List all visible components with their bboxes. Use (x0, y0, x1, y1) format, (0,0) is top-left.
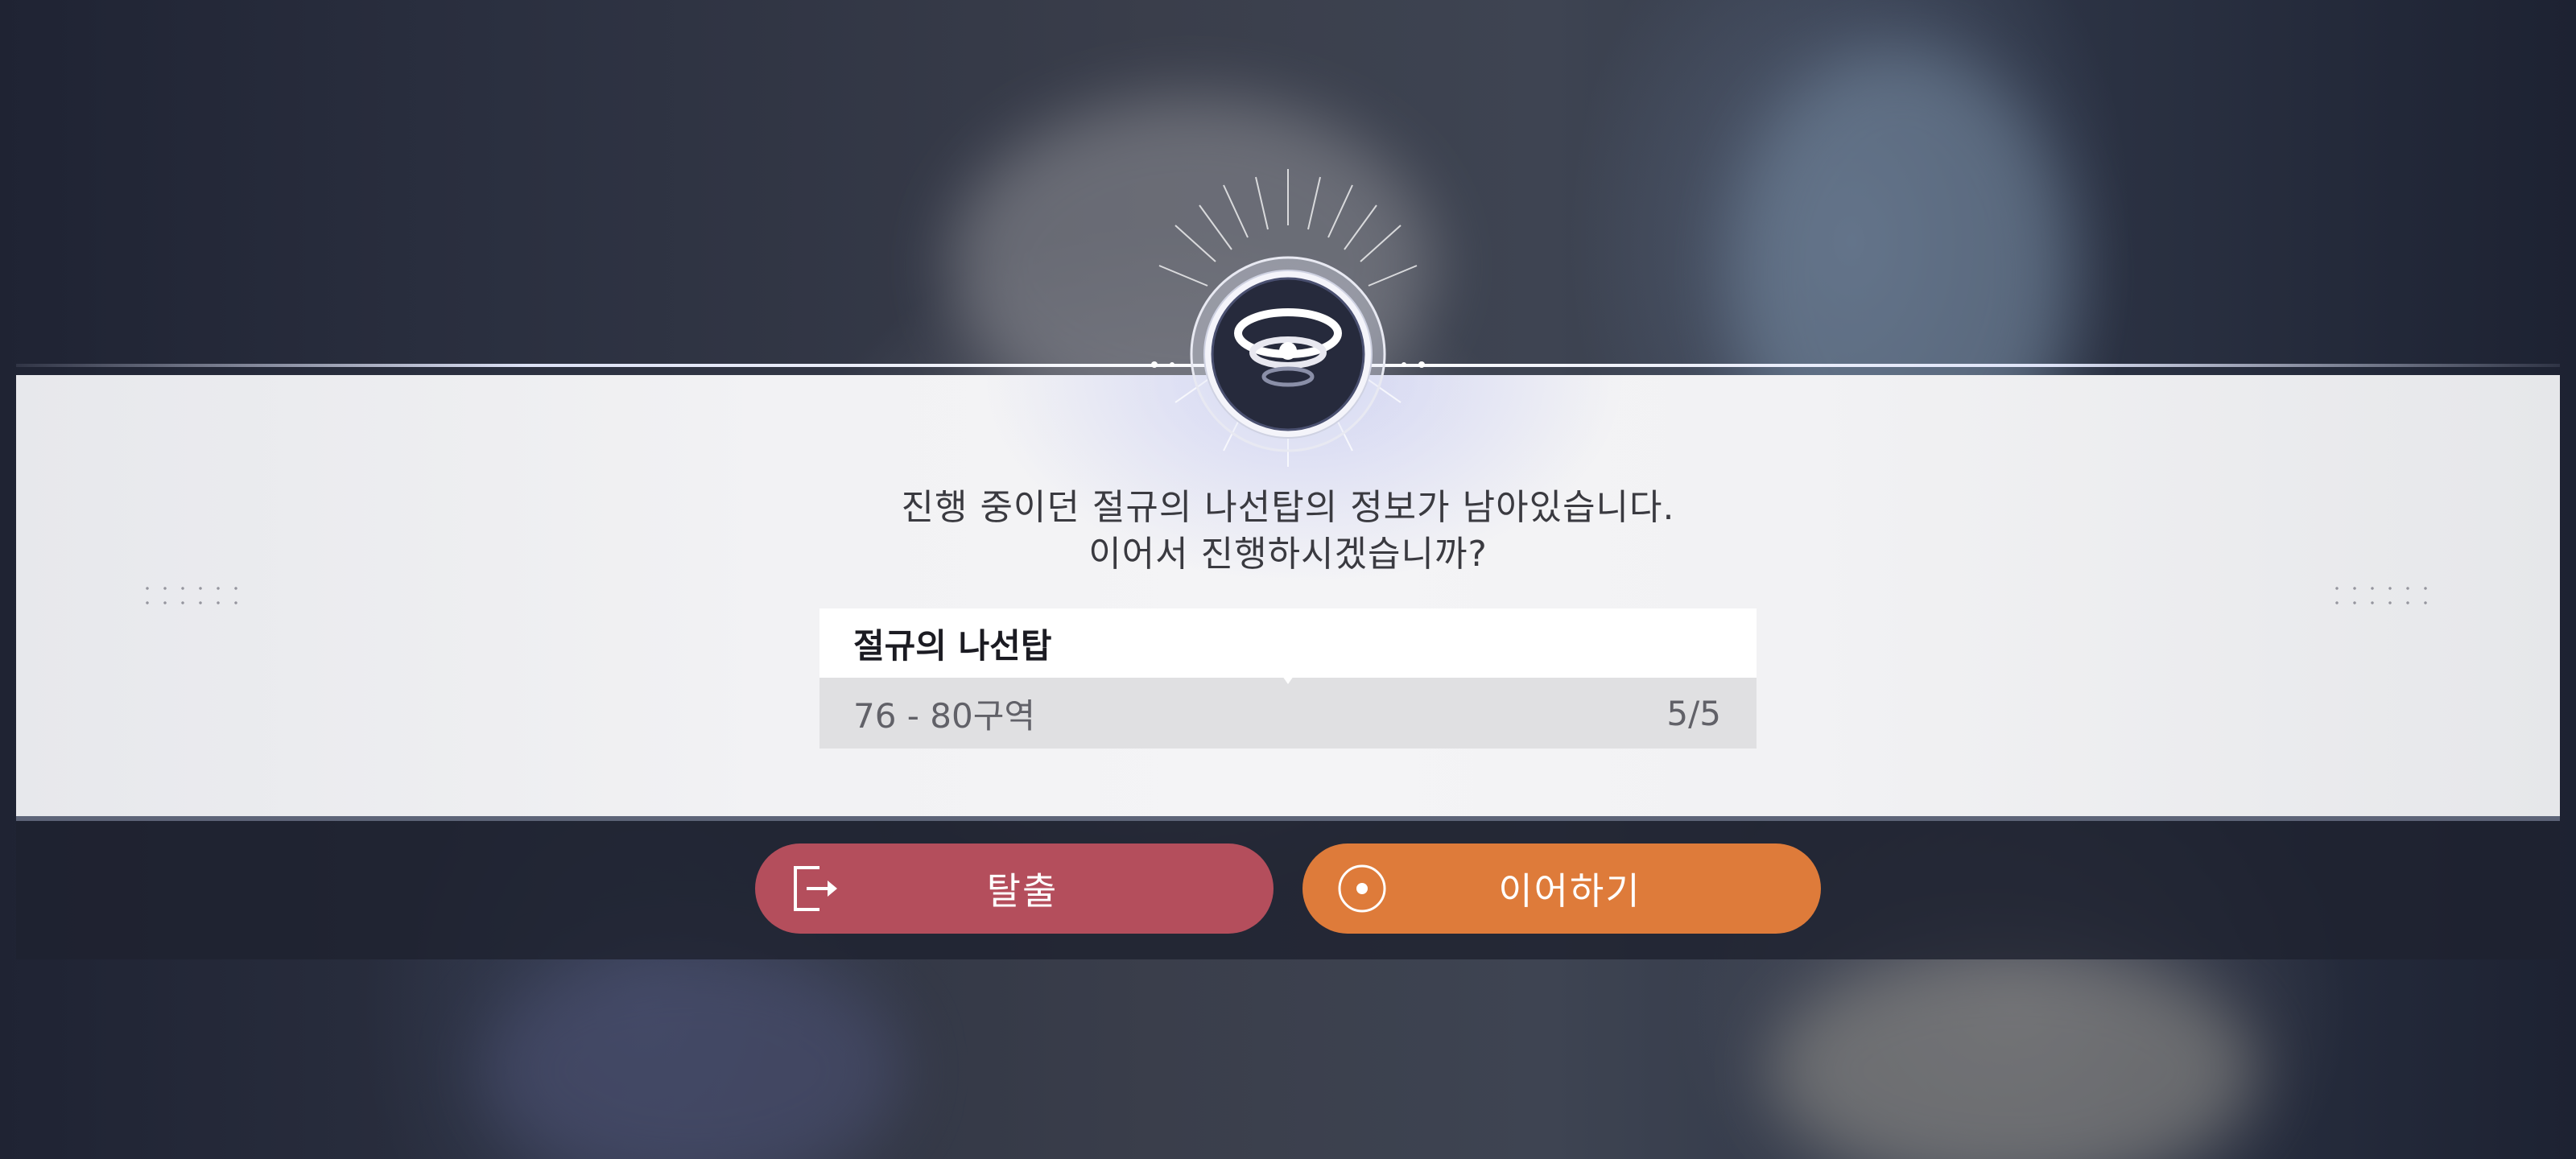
game-screen: 진행 중이던 절규의 나선탑의 정보가 남아있습니다. 이어서 진행하시겠습니까… (0, 0, 2576, 1159)
dialog-message-line2: 이어서 진행하시겠습니까? (1088, 534, 1488, 575)
decor-dots-right (2328, 581, 2433, 610)
exit-button[interactable]: 탈출 (755, 843, 1274, 934)
button-strip (16, 821, 2560, 959)
background-blur (483, 950, 902, 1159)
zone-range: 76 - 80구역 (853, 695, 1036, 736)
tower-name-label: 절규의 나선탑 (853, 625, 1052, 666)
continue-button-label: 이어하기 (1498, 869, 1641, 913)
floor-progress: 5/5 (1666, 693, 1721, 733)
spiral-tower-emblem-icon (1190, 256, 1386, 452)
exit-door-icon (794, 866, 837, 911)
dialog-message-line1: 진행 중이던 절규의 나선탑의 정보가 남아있습니다. (901, 487, 1675, 528)
continue-button[interactable]: 이어하기 (1302, 843, 1821, 934)
decor-dots-left (138, 581, 243, 610)
exit-button-label: 탈출 (986, 869, 1059, 913)
background-blur (1771, 950, 2254, 1159)
target-circle-icon (1338, 864, 1386, 913)
card-pointer-icon (1277, 668, 1299, 684)
